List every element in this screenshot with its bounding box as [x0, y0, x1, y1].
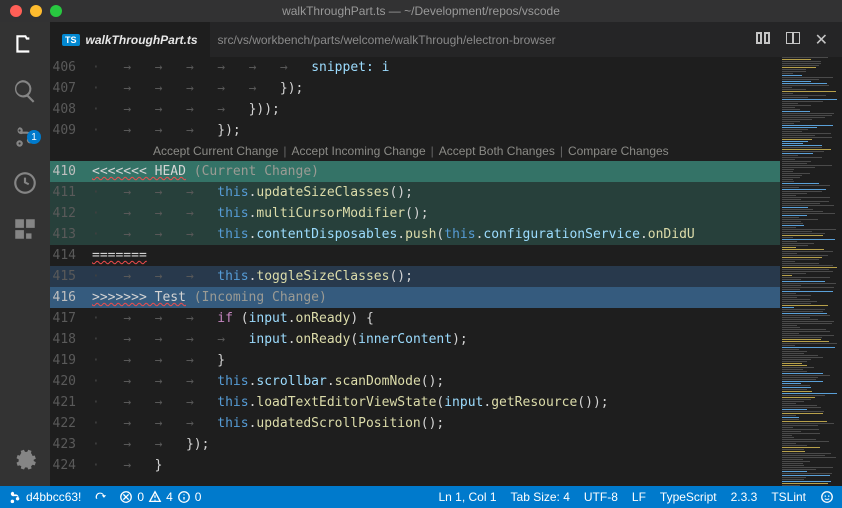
compare-changes-link[interactable]: Compare Changes: [568, 141, 669, 162]
tslint-status[interactable]: TSLint: [771, 490, 806, 504]
line-number: 408: [50, 99, 92, 120]
indentation-status[interactable]: Tab Size: 4: [511, 490, 570, 504]
eol-status[interactable]: LF: [632, 490, 646, 504]
line-number: 416: [50, 287, 92, 308]
explorer-icon[interactable]: [12, 32, 38, 58]
language-status[interactable]: TypeScript: [660, 490, 717, 504]
settings-gear-icon[interactable]: [12, 448, 38, 474]
accept-current-link[interactable]: Accept Current Change: [153, 141, 278, 162]
editor-tab-active[interactable]: TS walkThroughPart.ts: [50, 22, 210, 57]
window-title: walkThroughPart.ts — ~/Development/repos…: [0, 4, 842, 18]
feedback-icon[interactable]: [820, 490, 834, 504]
line-number: 423: [50, 434, 92, 455]
activity-bar: 1: [0, 22, 50, 486]
language-badge: TS: [62, 34, 80, 46]
line-number: 412: [50, 203, 92, 224]
encoding-status[interactable]: UTF-8: [584, 490, 618, 504]
line-number: 406: [50, 57, 92, 78]
cursor-position[interactable]: Ln 1, Col 1: [438, 490, 496, 504]
line-number: 420: [50, 371, 92, 392]
problems-status[interactable]: 0 4 0: [119, 490, 201, 504]
line-number: 414: [50, 245, 92, 266]
line-number: 410: [50, 161, 92, 182]
line-number: 424: [50, 455, 92, 476]
split-editor-icon[interactable]: [785, 30, 801, 46]
search-icon[interactable]: [12, 78, 38, 104]
line-number: 415: [50, 266, 92, 287]
editor-area: TS walkThroughPart.ts src/vs/workbench/p…: [50, 22, 842, 486]
compare-changes-icon[interactable]: [755, 30, 771, 46]
line-number: 407: [50, 78, 92, 99]
tab-filename: walkThroughPart.ts: [86, 33, 198, 47]
sync-status[interactable]: [93, 490, 107, 504]
line-number: 422: [50, 413, 92, 434]
git-branch-status[interactable]: d4bbcc63!: [8, 490, 81, 504]
accept-both-link[interactable]: Accept Both Changes: [439, 141, 555, 162]
scm-badge: 1: [27, 130, 41, 144]
line-number: 411: [50, 182, 92, 203]
line-number: 418: [50, 329, 92, 350]
line-number: 419: [50, 350, 92, 371]
breadcrumb[interactable]: src/vs/workbench/parts/welcome/walkThrou…: [210, 33, 755, 47]
line-number: 409: [50, 120, 92, 141]
titlebar: walkThroughPart.ts — ~/Development/repos…: [0, 0, 842, 22]
editor-tabs: TS walkThroughPart.ts src/vs/workbench/p…: [50, 22, 842, 57]
extensions-icon[interactable]: [12, 216, 38, 242]
minimap[interactable]: // tiny noise for minimap look: [780, 57, 842, 486]
line-number: 413: [50, 224, 92, 245]
status-bar: d4bbcc63! 0 4 0 Ln 1, Col 1 Tab Size: 4 …: [0, 486, 842, 508]
ts-version-status[interactable]: 2.3.3: [731, 490, 758, 504]
line-number: 417: [50, 308, 92, 329]
accept-incoming-link[interactable]: Accept Incoming Change: [292, 141, 426, 162]
close-icon[interactable]: ✕: [815, 30, 828, 50]
merge-codelens: Accept Current Change| Accept Incoming C…: [50, 141, 780, 161]
debug-icon[interactable]: [12, 170, 38, 196]
line-number: 421: [50, 392, 92, 413]
code-editor[interactable]: 406· → → → → → → snippet: i 407· → → → →…: [50, 57, 780, 486]
